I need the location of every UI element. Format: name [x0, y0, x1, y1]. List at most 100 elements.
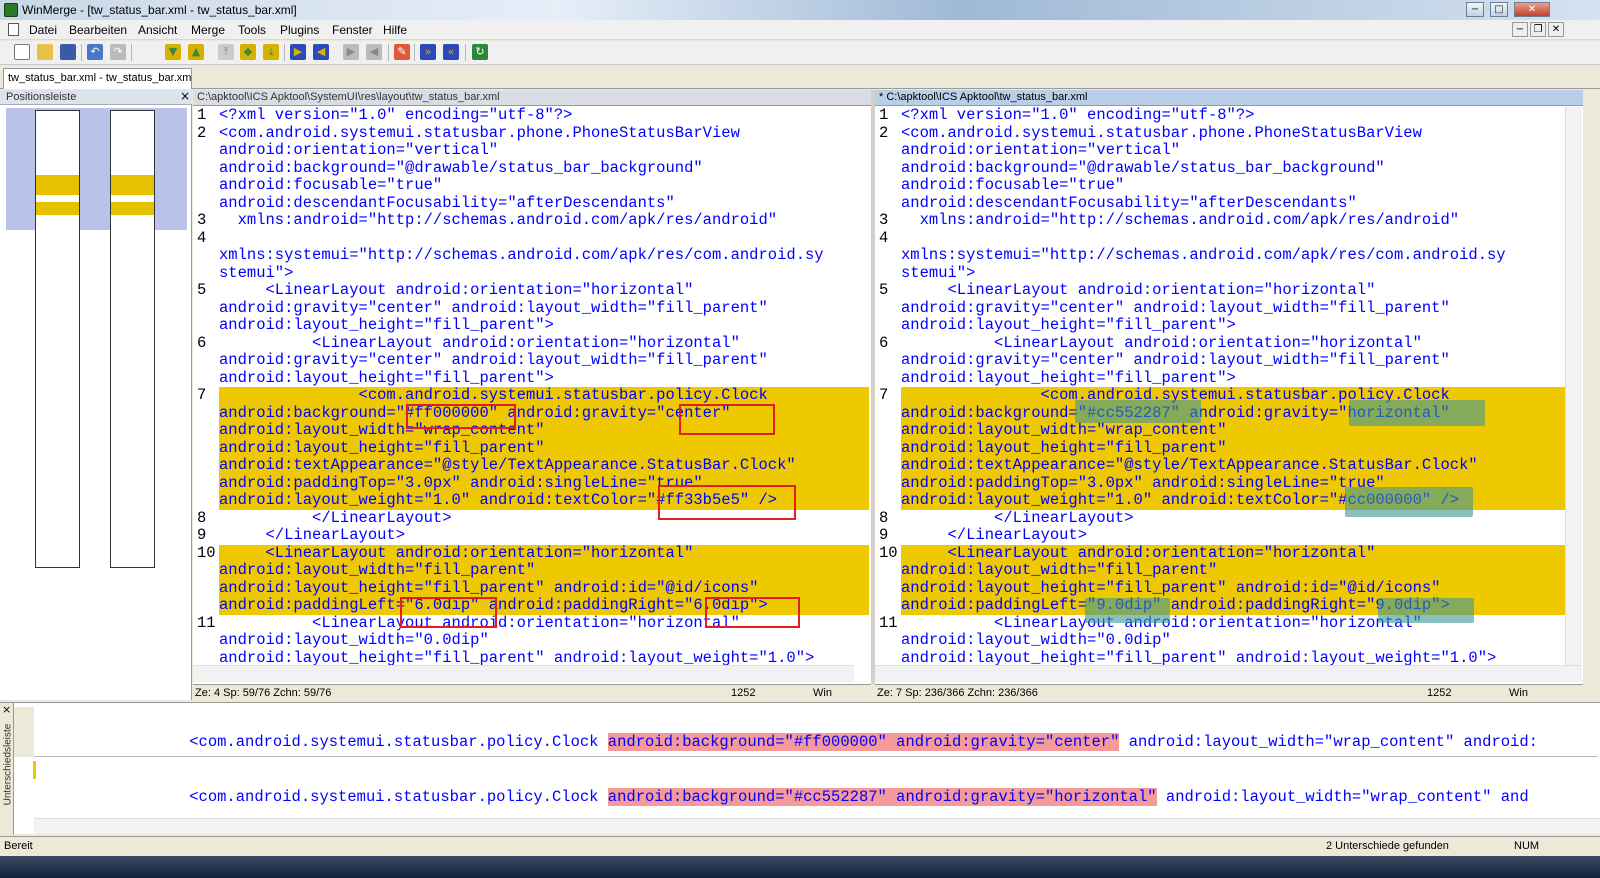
current-diff-icon[interactable]: ◆ [240, 44, 256, 60]
left-code-line[interactable]: <LinearLayout android:orientation="horiz… [219, 281, 869, 300]
right-code-line[interactable]: android:gravity="center" android:layout_… [901, 299, 1565, 318]
mdi-minimize-button[interactable]: − [1512, 22, 1528, 37]
right-code-line[interactable]: android:layout_height="fill_parent"> [901, 369, 1565, 388]
right-code-line[interactable] [901, 230, 1565, 248]
right-code-line[interactable]: android:orientation="vertical" [901, 141, 1565, 160]
right-code-line[interactable]: android:background="@drawable/status_bar… [901, 159, 1565, 178]
refresh-icon[interactable]: ↻ [472, 44, 488, 60]
menu-tools[interactable]: Tools [238, 23, 266, 37]
menu-ansicht[interactable]: Ansicht [138, 23, 177, 37]
right-code-line[interactable]: <?xml version="1.0" encoding="utf-8"?> [901, 107, 1565, 125]
location-pane-close-icon[interactable]: × [180, 89, 190, 103]
next-diff-icon[interactable]: ▼ [165, 44, 181, 60]
left-code-line[interactable]: android:orientation="vertical" [219, 141, 869, 160]
right-code-line[interactable]: android:descendantFocusability="afterDes… [901, 194, 1565, 213]
diff-right-line[interactable]: <com.android.systemui.statusbar.policy.C… [32, 758, 1598, 808]
left-code-line[interactable]: android:layout_height="fill_parent"> [219, 369, 869, 388]
mdi-close-button[interactable]: ✕ [1548, 22, 1564, 37]
menu-bearbeiten[interactable]: Bearbeiten [69, 23, 127, 37]
left-code-line[interactable]: android:gravity="center" android:layout_… [219, 299, 869, 318]
left-code-line[interactable]: xmlns:systemui="http://schemas.android.c… [219, 246, 869, 265]
location-bar-left[interactable] [35, 110, 80, 568]
location-map[interactable] [6, 108, 187, 696]
left-code-line[interactable]: xmlns:android="http://schemas.android.co… [219, 211, 869, 230]
menu-hilfe[interactable]: Hilfe [383, 23, 407, 37]
left-hscrollbar[interactable] [193, 665, 854, 682]
right-code-line[interactable]: android:textAppearance="@style/TextAppea… [901, 456, 1565, 475]
left-code-line[interactable]: android:background="@drawable/status_bar… [219, 159, 869, 178]
left-code-line[interactable] [219, 230, 869, 248]
left-file-pane[interactable]: C:\apktool\ICS Apktool\SystemUI\res\layo… [193, 90, 871, 698]
right-code-text[interactable]: <?xml version="1.0" encoding="utf-8"?> <c… [901, 107, 1565, 667]
document-icon[interactable] [8, 23, 19, 36]
right-code-line[interactable]: stemui"> [901, 264, 1565, 283]
diff-left-line[interactable]: <com.android.systemui.statusbar.policy.C… [32, 703, 1598, 753]
left-code-line[interactable]: <LinearLayout android:orientation="horiz… [219, 334, 869, 353]
right-code-line[interactable]: android:focusable="true" [901, 176, 1565, 195]
left-code-line[interactable]: android:layout_width="fill_parent" [219, 561, 869, 580]
copy-right-advance-icon[interactable]: ▶ [343, 44, 359, 60]
right-code-line[interactable]: android:layout_height="fill_parent"> [901, 316, 1565, 335]
copy-right-icon[interactable]: ▶ [290, 44, 306, 60]
right-code-line[interactable]: xmlns:systemui="http://schemas.android.c… [901, 246, 1565, 265]
undo-icon[interactable]: ↶ [87, 44, 103, 60]
new-icon[interactable] [14, 44, 30, 60]
right-code-line[interactable]: <LinearLayout android:orientation="horiz… [901, 544, 1565, 562]
left-code-line[interactable]: </LinearLayout> [219, 526, 869, 545]
right-code-line[interactable]: android:layout_height="fill_parent" [901, 439, 1565, 457]
maximize-button[interactable]: □ [1490, 2, 1508, 17]
prev-diff-icon[interactable]: ▲ [188, 44, 204, 60]
left-code-line[interactable]: android:layout_width="0.0dip" [219, 631, 869, 650]
left-code-line[interactable]: android:layout_height="fill_parent" [219, 439, 869, 457]
last-diff-icon[interactable]: ⤓ [263, 44, 279, 60]
right-code-line[interactable]: <LinearLayout android:orientation="horiz… [901, 281, 1565, 300]
right-code-line[interactable]: <com.android.systemui.statusbar.phone.Ph… [901, 124, 1565, 143]
left-code-line[interactable]: android:textAppearance="@style/TextAppea… [219, 456, 869, 475]
location-viewport[interactable] [6, 108, 187, 230]
diff-hscrollbar[interactable] [34, 818, 1600, 834]
menu-plugins[interactable]: Plugins [280, 23, 319, 37]
left-code-line[interactable]: <?xml version="1.0" encoding="utf-8"?> [219, 107, 869, 125]
left-editor[interactable]: 1 2 3 4 5 6 7 8 9 10 11 <?xml version="1.0" encodi… [193, 107, 869, 698]
right-code-line[interactable]: android:layout_width="fill_parent" [901, 561, 1565, 580]
tab-tw-status-bar[interactable]: tw_status_bar.xml - tw_status_bar.xml [3, 68, 192, 89]
left-code-line[interactable]: android:focusable="true" [219, 176, 869, 195]
open-icon[interactable] [37, 44, 53, 60]
minimize-button[interactable]: − [1466, 2, 1484, 17]
right-code-line[interactable]: xmlns:android="http://schemas.android.co… [901, 211, 1565, 230]
redo-icon[interactable]: ↷ [110, 44, 126, 60]
menu-fenster[interactable]: Fenster [332, 23, 373, 37]
menu-merge[interactable]: Merge [191, 23, 225, 37]
copy-left-icon[interactable]: ◀ [313, 44, 329, 60]
left-code-line[interactable]: stemui"> [219, 264, 869, 283]
diff-pane-close-icon[interactable]: × [2, 703, 11, 716]
left-code-line[interactable]: android:descendantFocusability="afterDes… [219, 194, 869, 213]
right-hscrollbar[interactable] [875, 665, 1582, 682]
toolbar: ↶ ↷ ▼ ▲ ⤒ ◆ ⤓ ▶ ◀ ▶ ◀ ✎ » « ↻ [0, 41, 1600, 65]
copy-left-advance-icon[interactable]: ◀ [366, 44, 382, 60]
left-code-line[interactable]: android:gravity="center" android:layout_… [219, 351, 869, 370]
save-icon[interactable] [60, 44, 76, 60]
right-code-line[interactable]: </LinearLayout> [901, 526, 1565, 545]
location-bar-right[interactable] [110, 110, 155, 568]
right-code-line[interactable]: android:layout_width="0.0dip" [901, 631, 1565, 650]
right-code-line[interactable]: <LinearLayout android:orientation="horiz… [901, 334, 1565, 353]
right-editor[interactable]: 1 2 3 4 5 6 7 8 9 10 11 <?xml version="1.0" encodi… [875, 107, 1565, 698]
left-code-line[interactable]: android:layout_height="fill_parent" andr… [219, 579, 869, 597]
left-code-line[interactable]: <com.android.systemui.statusbar.policy.C… [219, 386, 869, 405]
all-left-icon[interactable]: « [443, 44, 459, 60]
menu-datei[interactable]: Datei [29, 23, 57, 37]
first-diff-icon[interactable]: ⤒ [218, 44, 234, 60]
left-code-line[interactable]: <com.android.systemui.statusbar.phone.Ph… [219, 124, 869, 143]
all-right-icon[interactable]: » [420, 44, 436, 60]
right-vscrollbar[interactable] [1565, 107, 1582, 681]
left-code-line[interactable]: android:layout_height="fill_parent"> [219, 316, 869, 335]
close-button[interactable]: ✕ [1514, 2, 1550, 17]
options-icon[interactable]: ✎ [394, 44, 410, 60]
mdi-restore-button[interactable]: ❐ [1530, 22, 1546, 37]
left-code-text[interactable]: <?xml version="1.0" encoding="utf-8"?> <c… [219, 107, 869, 667]
right-code-line[interactable]: android:gravity="center" android:layout_… [901, 351, 1565, 370]
right-code-line[interactable]: android:layout_height="fill_parent" andr… [901, 579, 1565, 597]
left-code-line[interactable]: <LinearLayout android:orientation="horiz… [219, 544, 869, 562]
right-file-pane[interactable]: * C:\apktool\ICS Apktool\tw_status_bar.x… [875, 90, 1583, 698]
